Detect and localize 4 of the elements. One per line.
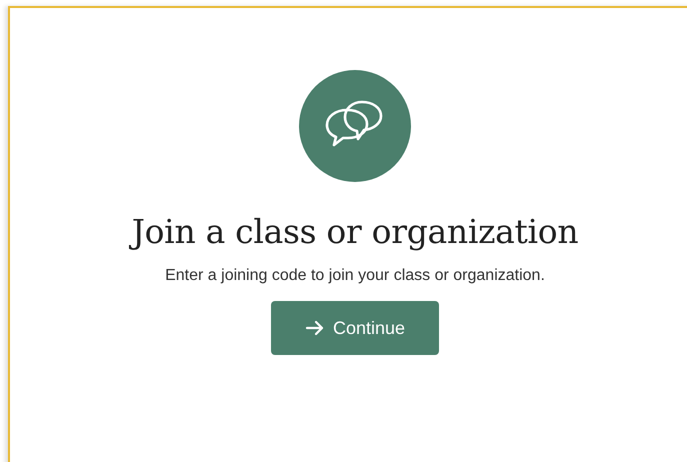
dialog-title: Join a class or organization (132, 212, 578, 251)
dialog-message: Enter a joining code to join your class or organization. (165, 267, 545, 285)
arrow-icon (304, 320, 325, 336)
continue-button[interactable]: Continue (271, 301, 439, 355)
